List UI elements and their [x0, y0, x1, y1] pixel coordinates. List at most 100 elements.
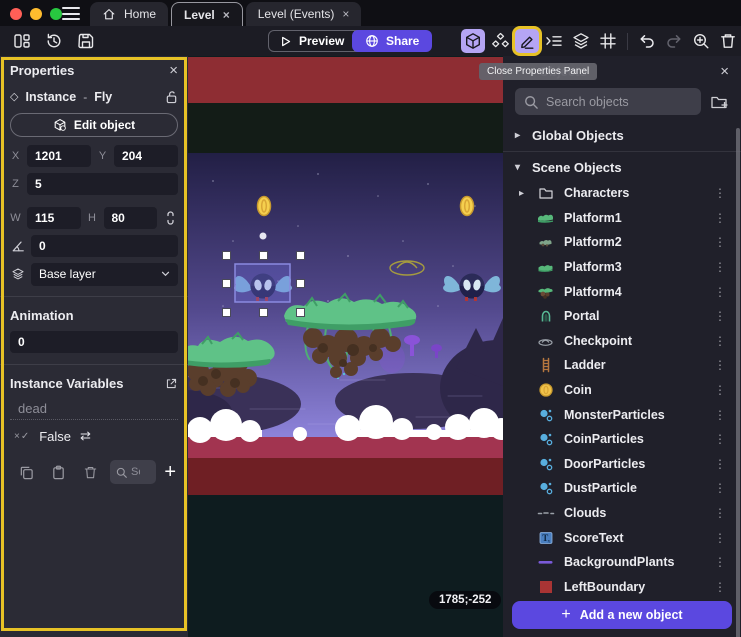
- object-row[interactable]: BackgroundPlants⋮: [503, 550, 741, 575]
- object-row[interactable]: Portal⋮: [503, 304, 741, 329]
- object-label: DoorParticles: [564, 457, 645, 471]
- coin-sprite: [258, 197, 271, 216]
- redo-icon[interactable]: [662, 29, 686, 53]
- unlock-icon[interactable]: [165, 90, 178, 104]
- object-row[interactable]: CoinParticles⋮: [503, 427, 741, 452]
- selection-handle[interactable]: [222, 251, 231, 260]
- share-label: Share: [386, 34, 419, 48]
- link-dimensions-icon[interactable]: [163, 211, 178, 225]
- save-icon[interactable]: [74, 29, 98, 53]
- window-controls: [10, 8, 62, 20]
- tab-level-events[interactable]: Level (Events) ×: [246, 2, 362, 26]
- scrollbar[interactable]: [736, 128, 740, 637]
- object-label: Portal: [564, 309, 599, 323]
- variable-value-row[interactable]: ×✓ False ⇄: [10, 420, 178, 444]
- add-folder-icon[interactable]: [710, 93, 729, 110]
- 3d-view-icon[interactable]: [461, 29, 485, 53]
- layers-icon[interactable]: [569, 29, 593, 53]
- app-window: Home Level × Level (Events) ×: [0, 0, 741, 637]
- global-objects-header[interactable]: ▸ Global Objects: [503, 122, 741, 149]
- selection-handle[interactable]: [222, 308, 231, 317]
- tab-label: Level: [184, 8, 215, 22]
- variable-name[interactable]: dead: [10, 395, 178, 420]
- toggle-value-icon[interactable]: ⇄: [80, 428, 91, 444]
- tab-home[interactable]: Home: [90, 2, 168, 26]
- chevron-down-icon: [161, 271, 170, 277]
- selection-handle[interactable]: [296, 251, 305, 260]
- scene-objects-header[interactable]: ▾ Scene Objects: [503, 154, 741, 181]
- copy-icon[interactable]: [10, 465, 42, 480]
- object-row[interactable]: Platform1⋮: [503, 206, 741, 231]
- selection-handle[interactable]: [296, 279, 305, 288]
- angle-field[interactable]: [31, 235, 178, 257]
- tab-level[interactable]: Level ×: [171, 2, 243, 26]
- edit-object-button[interactable]: Edit object: [10, 113, 178, 137]
- edit-properties-icon[interactable]: [515, 29, 539, 53]
- close-icon[interactable]: ×: [720, 63, 729, 80]
- objects-search[interactable]: [515, 88, 701, 115]
- object-row[interactable]: MonsterParticles⋮: [503, 402, 741, 427]
- width-field[interactable]: [27, 207, 81, 229]
- add-variable-icon[interactable]: +: [164, 461, 178, 484]
- z-field[interactable]: [27, 173, 178, 195]
- minimize-window-button[interactable]: [30, 8, 42, 20]
- tab-bar: Home Level × Level (Events) ×: [0, 0, 741, 26]
- close-window-button[interactable]: [10, 8, 22, 20]
- undo-icon[interactable]: [635, 29, 659, 53]
- object-row[interactable]: Platform3⋮: [503, 255, 741, 280]
- object-row[interactable]: DoorParticles⋮: [503, 452, 741, 477]
- open-variables-icon[interactable]: [165, 377, 178, 390]
- object-label: Checkpoint: [564, 334, 632, 348]
- selection-handle[interactable]: [222, 279, 231, 288]
- delete-variable-icon[interactable]: [74, 465, 106, 480]
- grid-icon[interactable]: [596, 29, 620, 53]
- object-row[interactable]: Platform2⋮: [503, 230, 741, 255]
- search-icon: [116, 467, 127, 478]
- instances-list-icon[interactable]: [542, 29, 566, 53]
- x-field[interactable]: [27, 145, 91, 167]
- y-field[interactable]: [114, 145, 178, 167]
- object-row[interactable]: LeftBoundary⋮: [503, 575, 741, 597]
- particles-icon: [537, 455, 554, 472]
- trash-icon[interactable]: [716, 29, 740, 53]
- close-icon[interactable]: ×: [223, 9, 230, 21]
- w-label: W: [10, 212, 21, 224]
- selection-handle[interactable]: [259, 308, 268, 317]
- object-row[interactable]: Checkpoint⋮: [503, 329, 741, 354]
- selection-handle[interactable]: [296, 308, 305, 317]
- search-icon: [524, 95, 538, 109]
- animation-field[interactable]: [10, 331, 178, 353]
- maximize-window-button[interactable]: [50, 8, 62, 20]
- layer-select[interactable]: Base layer: [31, 263, 178, 286]
- zoom-in-icon[interactable]: [689, 29, 713, 53]
- menu-icon[interactable]: [62, 7, 80, 20]
- caret-down-icon: ▾: [515, 162, 525, 173]
- objects-list: ▸ Global Objects ▾ Scene Objects ▸Charac…: [503, 122, 741, 596]
- edit-object-icon: [53, 118, 67, 132]
- close-icon[interactable]: ×: [342, 8, 349, 20]
- instance-icon: ◇: [10, 90, 18, 103]
- properties-panel: Properties × ◇ Instance - Fly Edit objec…: [0, 56, 188, 637]
- instances-icon[interactable]: [488, 29, 512, 53]
- object-row[interactable]: ▸Characters⋮: [503, 181, 741, 206]
- paste-icon[interactable]: [42, 465, 74, 480]
- objects-search-input[interactable]: [546, 95, 692, 109]
- history-icon[interactable]: [42, 29, 66, 53]
- scene-canvas[interactable]: 1785;-252: [188, 56, 503, 637]
- object-row[interactable]: TxScoreText⋮: [503, 525, 741, 550]
- object-row[interactable]: Coin⋮: [503, 378, 741, 403]
- selection-handle[interactable]: [259, 251, 268, 260]
- close-icon[interactable]: ×: [169, 63, 178, 78]
- add-new-object-button[interactable]: + Add a new object: [512, 601, 732, 629]
- hline-icon: [537, 554, 554, 571]
- object-row[interactable]: Platform4⋮: [503, 279, 741, 304]
- share-button[interactable]: Share: [352, 30, 432, 52]
- textobj-icon: Tx: [537, 529, 554, 546]
- object-row[interactable]: Clouds⋮: [503, 501, 741, 526]
- variables-search-input[interactable]: Search: [110, 460, 156, 484]
- object-row[interactable]: Ladder⋮: [503, 353, 741, 378]
- panels-icon[interactable]: [10, 29, 34, 53]
- height-field[interactable]: [104, 207, 158, 229]
- object-row[interactable]: DustParticle⋮: [503, 476, 741, 501]
- caret-right-icon[interactable]: ▸: [519, 188, 524, 199]
